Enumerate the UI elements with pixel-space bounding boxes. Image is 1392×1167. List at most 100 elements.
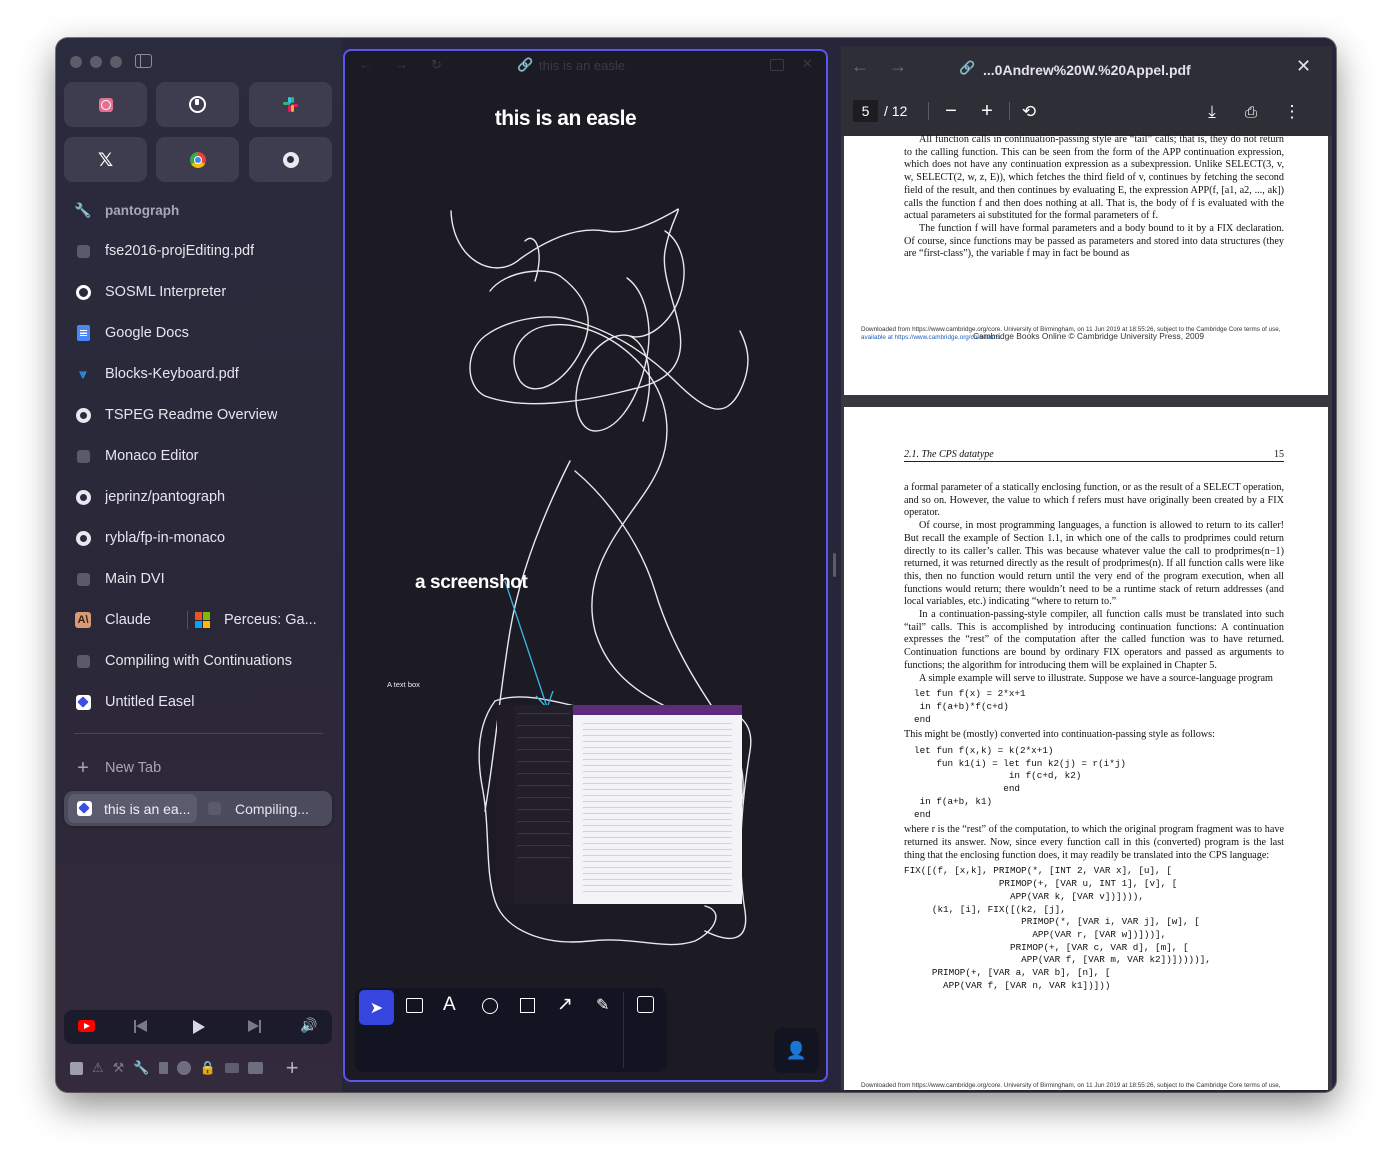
chat-icon[interactable] xyxy=(224,1063,239,1073)
youtube-icon[interactable] xyxy=(78,1020,95,1032)
blank-page-icon xyxy=(76,449,90,463)
zoom-in-icon[interactable]: + xyxy=(973,97,1001,125)
sidebar-tab-rybla-fp-in-monaco[interactable]: rybla/fp-in-monaco xyxy=(64,521,334,555)
tab-label: fse2016-projEditing.pdf xyxy=(105,243,255,259)
sidebar-tab-compiling-with-continuations[interactable]: Compiling with Continuations xyxy=(64,644,334,678)
volume-icon[interactable]: 🔊 xyxy=(300,1018,317,1034)
close-window-button[interactable] xyxy=(70,56,82,68)
code-block: let fun f(x) = 2*x+1 in f(a+b)*f(c+d) en… xyxy=(914,688,1026,725)
pen-tool-icon[interactable]: ✎ xyxy=(596,995,609,1015)
tab-label: Google Docs xyxy=(105,325,189,341)
pinned-chrome[interactable] xyxy=(156,137,239,182)
pinned-slack[interactable] xyxy=(249,82,332,127)
pinned-x[interactable]: 𝕏 xyxy=(64,137,147,182)
rotate-icon[interactable]: ⟲ xyxy=(1015,98,1043,126)
link-icon: 🔗 xyxy=(959,60,976,75)
pdf-header: ← → 🔗 ...0Andrew%20W.%20Appel.pdf ✕ xyxy=(841,46,1332,92)
minimize-window-button[interactable] xyxy=(90,56,102,68)
toolbar-separator xyxy=(1009,102,1010,120)
forward-icon[interactable]: → xyxy=(889,56,907,77)
book-icon[interactable] xyxy=(158,1062,168,1074)
next-track-icon[interactable] xyxy=(248,1020,262,1033)
pdf-toolbar: 5 / 12 − + ⟲ ⤓ ⎙ ⋮ xyxy=(841,92,1332,136)
embedded-screenshot[interactable] xyxy=(497,705,742,904)
blank-page-icon xyxy=(208,802,221,815)
duplicate-tool-icon[interactable] xyxy=(637,996,654,1013)
pinned-github[interactable] xyxy=(249,137,332,182)
pinned-alarm[interactable] xyxy=(64,82,147,127)
text-tool-icon[interactable]: A xyxy=(443,994,456,1016)
bottom-tray: ⚠ ⚒ 🔧 🔒 + xyxy=(70,1055,330,1081)
active-tab-easel[interactable]: this is an ea... xyxy=(68,794,197,823)
more-options-icon[interactable]: ⋮ xyxy=(1278,98,1306,126)
select-tool-icon[interactable]: ➤ xyxy=(359,990,394,1025)
pane-resize-handle[interactable] xyxy=(833,553,836,577)
tracker-icon xyxy=(189,96,206,113)
image-tool-icon[interactable] xyxy=(406,998,423,1013)
toolbar-separator xyxy=(928,102,929,120)
folder-pantograph[interactable]: 🔧 pantograph xyxy=(64,193,334,227)
play-icon[interactable] xyxy=(193,1020,205,1034)
archive-icon[interactable] xyxy=(70,1061,83,1075)
paragraph: a formal parameter of a statically enclo… xyxy=(904,482,1284,519)
sidebar-tab-tspeg-readme-overview[interactable]: TSPEG Readme Overview xyxy=(64,398,334,432)
sidebar-tab-sosml-interpreter[interactable]: SOSML Interpreter xyxy=(64,275,334,309)
lock-icon[interactable]: 🔒 xyxy=(200,1060,216,1076)
add-space-icon[interactable]: + xyxy=(286,1055,299,1081)
pdf-page-bottom: 2.1. The CPS datatype 15 a formal parame… xyxy=(844,407,1328,1090)
download-icon[interactable]: ⤓ xyxy=(1198,98,1226,126)
briefcase-icon[interactable] xyxy=(247,1062,263,1074)
paragraph: Of course, in most programming languages… xyxy=(904,520,1284,608)
split-divider xyxy=(187,611,188,629)
back-icon[interactable]: ← xyxy=(851,56,869,77)
sidebar-tab-untitled-easel[interactable]: Untitled Easel xyxy=(64,685,334,719)
split-tab-claude-perceus[interactable]: A\ Claude Perceus: Ga... xyxy=(64,603,334,637)
text-box[interactable]: A text box xyxy=(387,680,420,689)
print-icon[interactable]: ⎙ xyxy=(1237,98,1265,126)
paragraph: The function f will have formal paramete… xyxy=(904,222,1284,260)
tab-label: Compiling with Continuations xyxy=(105,653,292,669)
tab-label: SOSML Interpreter xyxy=(105,284,227,300)
pdf-pane: ← → 🔗 ...0Andrew%20W.%20Appel.pdf ✕ 5 / … xyxy=(841,46,1332,1090)
freehand-drawing[interactable] xyxy=(345,51,826,1080)
annotation-label[interactable]: a screenshot xyxy=(415,572,528,594)
tab-label: jeprinz/pantograph xyxy=(105,489,226,505)
zoom-out-icon[interactable]: − xyxy=(937,97,965,125)
page-number-input[interactable]: 5 xyxy=(853,100,878,122)
sidebar-tab-main-dvi[interactable]: Main DVI xyxy=(64,562,334,596)
google-docs-icon xyxy=(76,325,90,341)
globe-icon[interactable] xyxy=(176,1061,191,1075)
sidebar-toggle-icon[interactable] xyxy=(135,54,152,68)
sidebar-tab-fse2016-projediting-pdf[interactable]: fse2016-projEditing.pdf xyxy=(64,234,334,268)
wrench-icon[interactable]: 🔧 xyxy=(133,1060,149,1076)
pdf-url[interactable]: ...0Andrew%20W.%20Appel.pdf xyxy=(983,62,1191,78)
github-icon xyxy=(282,151,299,168)
paragraph: In a continuation-passing-style compiler… xyxy=(904,609,1284,671)
page-total: / 12 xyxy=(884,103,908,119)
cone-icon[interactable]: ⚠ xyxy=(92,1060,104,1076)
easel-pane: ← → ↻ 🔗 this is an easle ✕ this is an ea… xyxy=(343,49,828,1082)
sidebar-tab-monaco-editor[interactable]: Monaco Editor xyxy=(64,439,334,473)
new-tab-button[interactable]: + New Tab xyxy=(64,751,334,785)
active-split-tab[interactable]: this is an ea... Compiling... xyxy=(64,791,332,826)
add-collaborator-icon[interactable]: 👤 xyxy=(774,1028,819,1073)
page-footer: Downloaded from https://www.cambridge.or… xyxy=(861,1082,1281,1089)
active-tab-compiling[interactable]: Compiling... xyxy=(203,794,328,823)
blank-page-icon xyxy=(76,572,90,586)
pinned-tracker[interactable] xyxy=(156,82,239,127)
circle-tool-icon[interactable] xyxy=(482,998,498,1014)
blank-page-icon xyxy=(76,244,90,258)
sidebar-tab-blocks-keyboard-pdf[interactable]: ⩔ Blocks-Keyboard.pdf xyxy=(64,357,334,391)
tools-icon[interactable]: ⚒ xyxy=(113,1060,125,1076)
rectangle-tool-icon[interactable] xyxy=(520,998,535,1013)
close-icon[interactable]: ✕ xyxy=(1296,56,1311,77)
media-controls: 🔊 xyxy=(64,1010,332,1044)
easel-toolbar: ➤ A ↗ ✎ xyxy=(355,988,667,1072)
arrow-tool-icon[interactable]: ↗ xyxy=(557,993,573,1016)
previous-track-icon[interactable] xyxy=(134,1020,148,1033)
sidebar-tab-google-docs[interactable]: Google Docs xyxy=(64,316,334,350)
tab-label: Untitled Easel xyxy=(105,694,195,710)
zoom-window-button[interactable] xyxy=(110,56,122,68)
sidebar-tab-jeprinz-pantograph[interactable]: jeprinz/pantograph xyxy=(64,480,334,514)
paragraph: where r is the “rest” of the computation… xyxy=(904,824,1284,861)
